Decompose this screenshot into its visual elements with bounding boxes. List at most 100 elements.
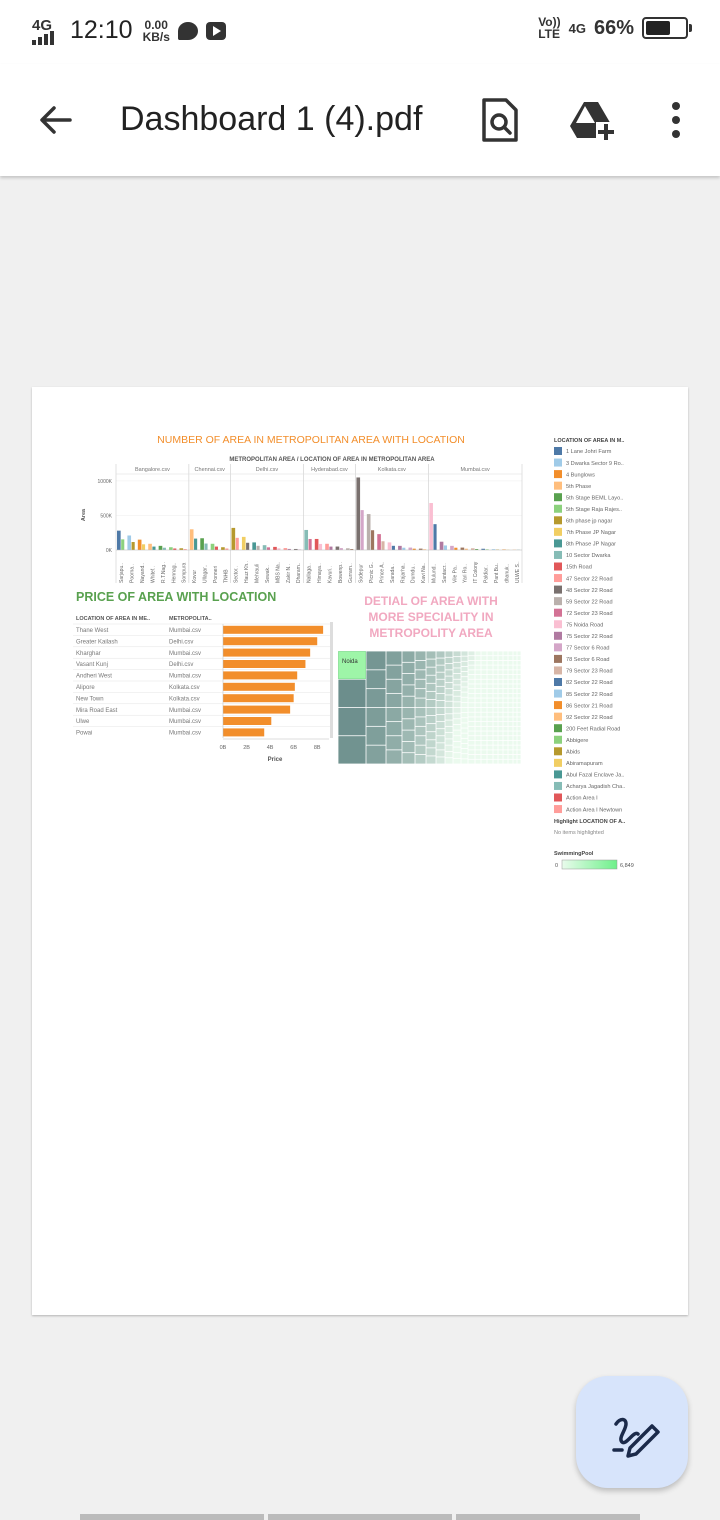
more-vert-icon[interactable] [652, 96, 700, 144]
pdf-page[interactable]: NUMBER OF AREA IN METROPOLITAN AREA WITH… [32, 387, 688, 1315]
area-bar [169, 547, 173, 550]
x-tick-label: MBS Na.. [275, 562, 281, 583]
treemap-cell [498, 674, 503, 679]
legend-label[interactable]: 4 Bunglows [566, 472, 595, 478]
treemap-cell [513, 656, 517, 661]
price-bar [223, 671, 298, 680]
treemap-cell [513, 693, 517, 698]
treemap-cell [461, 677, 468, 682]
legend-label[interactable]: 85 Sector 22 Road [566, 692, 613, 698]
treemap-cell [513, 717, 517, 722]
legend-label[interactable]: Abids [566, 750, 580, 756]
treemap-cell [415, 670, 426, 679]
legend-label[interactable]: Abul Fazal Enclave Ja.. [566, 773, 625, 779]
legend-label[interactable]: 75 Noida Road [566, 622, 603, 628]
treemap-cell [508, 656, 513, 661]
treemap-cell [503, 703, 508, 708]
x-tick-label: Ponneri [213, 566, 219, 583]
legend-label[interactable]: Action Area I Newtown [566, 807, 622, 813]
treemap-cell [508, 750, 513, 755]
treemap-cell [487, 745, 493, 750]
back-arrow-icon[interactable] [36, 102, 76, 138]
legend-label[interactable]: 92 Sector 22 Road [566, 715, 613, 721]
treemap-cell [517, 684, 521, 689]
legend-label[interactable]: 5th Stage Raja Rajes.. [566, 507, 622, 513]
treemap-cell [498, 707, 503, 712]
area-bar [460, 547, 465, 550]
legend-label[interactable]: 59 Sector 22 Road [566, 599, 613, 605]
legend-swatch [554, 458, 562, 467]
y-axis-title: Area [81, 508, 87, 521]
treemap-cell [402, 719, 415, 730]
legend-label[interactable]: 3 Dwarka Sector 9 Ro.. [566, 461, 624, 467]
treemap-cell [493, 759, 498, 764]
treemap-cell [445, 657, 453, 664]
area-bar [381, 541, 385, 550]
treemap-cell [508, 660, 513, 665]
legend-label[interactable]: 8th Phase JP Nagar [566, 542, 616, 548]
x-tick-label: Sarada.. [390, 564, 396, 583]
legend-label[interactable]: 78 Sector 6 Road [566, 657, 610, 663]
treemap-cell [503, 745, 508, 750]
treemap-cell [513, 670, 517, 675]
legend-label[interactable]: 72 Sector 23 Road [566, 611, 613, 617]
treemap-cell [481, 651, 487, 656]
treemap-cell [475, 656, 481, 661]
legend-swatch [554, 689, 562, 698]
drive-add-icon[interactable] [568, 96, 616, 144]
panel-header: Mumbai.csv [460, 467, 490, 473]
treemap-cell [503, 736, 508, 741]
annotate-fab-button[interactable] [576, 1376, 688, 1488]
legend-label[interactable]: Action Area I [566, 796, 598, 802]
treemap-cell [468, 740, 475, 745]
treemap-cell [481, 726, 487, 731]
area-bar [314, 538, 319, 550]
area-bar [377, 534, 381, 550]
legend-label[interactable]: 82 Sector 22 Road [566, 680, 613, 686]
treemap-cell [493, 693, 498, 698]
legend-label[interactable]: 48 Sector 22 Road [566, 588, 613, 594]
legend-swatch [554, 701, 562, 710]
legend-label[interactable]: 5th Phase [566, 484, 591, 490]
x-tick-label: Kavuri.. [327, 566, 333, 583]
treemap-cell [386, 665, 402, 679]
legend-label[interactable]: 79 Sector 23 Road [566, 669, 613, 675]
y-tick-label: 1000K [98, 479, 113, 485]
app-bar: Dashboard 1 (4).pdf [0, 64, 720, 176]
x-tick-label: Dharam.. [296, 562, 302, 583]
legend-label[interactable]: 1 Lane Johri Farm [566, 449, 612, 455]
legend-label[interactable]: 47 Sector 22 Road [566, 576, 613, 582]
legend-label[interactable]: 75 Sector 22 Road [566, 634, 613, 640]
legend-label[interactable]: 10 Sector Dwarka [566, 553, 611, 559]
treemap-cell [517, 712, 521, 717]
legend-label[interactable]: Abbigere [566, 738, 588, 744]
price-location-label: Ulwe [76, 719, 90, 725]
legend-label[interactable]: 86 Sector 21 Road [566, 703, 613, 709]
legend-label[interactable]: 77 Sector 6 Road [566, 646, 610, 652]
price-bar [223, 682, 295, 691]
area-bar [356, 477, 361, 550]
treemap-cell [513, 726, 517, 731]
x-tick-label: dhanuk.. [504, 564, 510, 583]
area-bar [454, 547, 458, 550]
search-document-icon[interactable] [476, 96, 524, 144]
legend-label[interactable]: 6th phase jp nagar [566, 519, 612, 525]
area-bar [408, 547, 413, 550]
legend-label[interactable]: 7th Phase JP Nagar [566, 530, 616, 536]
treemap-cell [402, 662, 415, 674]
legend-label[interactable]: Acharya Jagadish Cha.. [566, 784, 626, 790]
legend-label[interactable]: 200 Feet Radial Road [566, 726, 620, 732]
treemap-cell [453, 747, 461, 753]
legend-label[interactable]: 15th Road [566, 565, 592, 571]
treemap-cell [503, 759, 508, 764]
price-x-tick: 8B [314, 745, 321, 751]
price-scrollbar[interactable] [330, 622, 333, 738]
treemap-cell [481, 707, 487, 712]
treemap-cell [475, 689, 481, 693]
legend-swatch [554, 758, 562, 767]
legend-label[interactable]: 5th Stage BEML Layo.. [566, 495, 624, 501]
price-metro-label: Kolkata.csv [169, 696, 200, 702]
area-bar [121, 539, 125, 550]
swimming-min: 0 [555, 863, 558, 869]
legend-label[interactable]: Abiramapuram [566, 761, 603, 767]
